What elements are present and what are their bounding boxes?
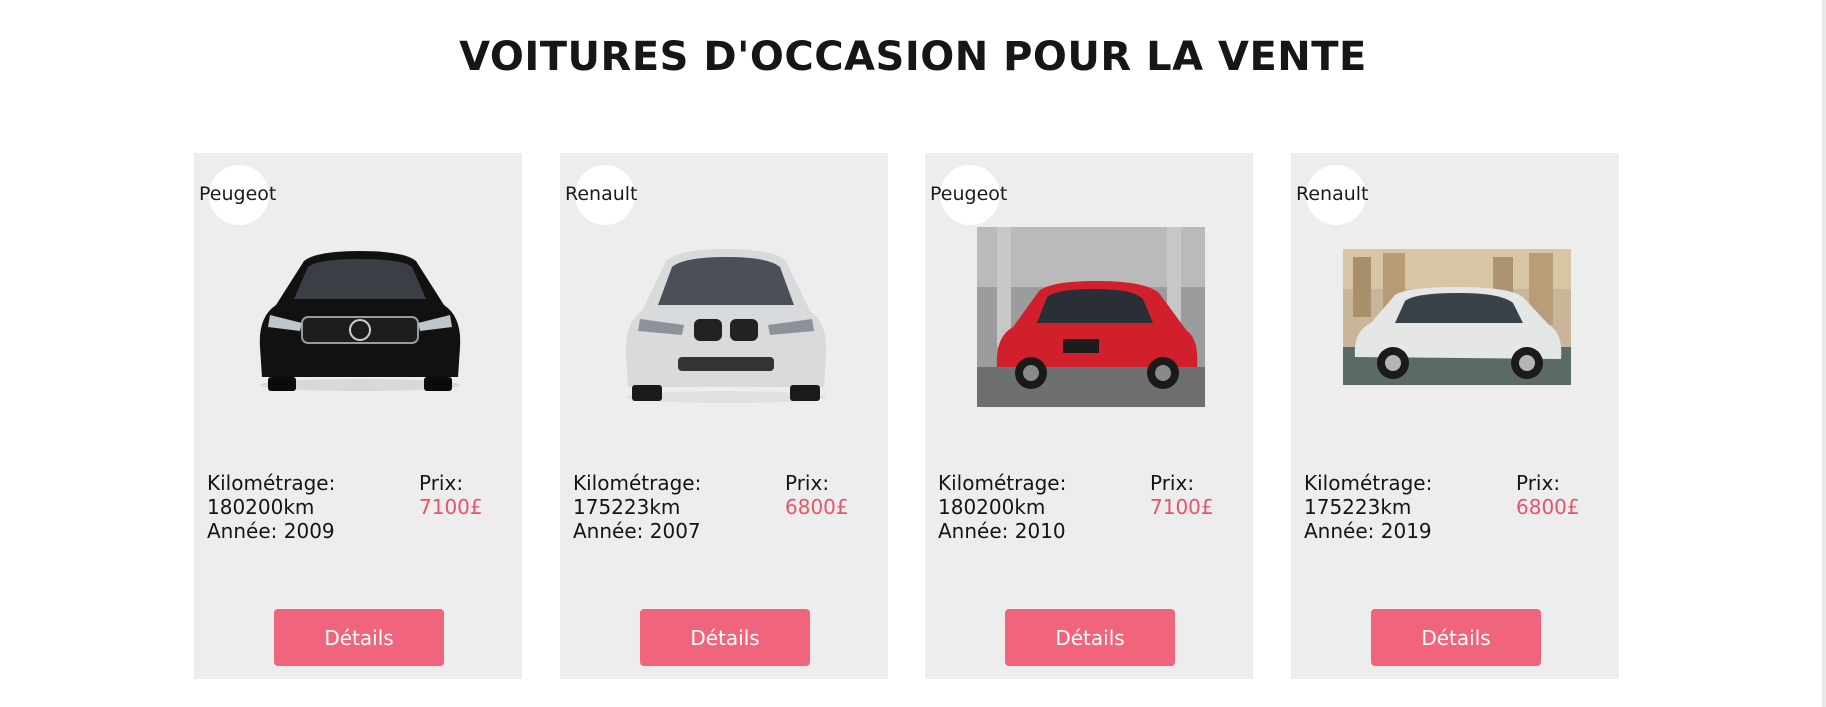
mileage-value: 180200km xyxy=(938,495,1046,519)
price-label: Prix: xyxy=(1516,471,1561,495)
car-image[interactable] xyxy=(612,227,840,407)
details-button[interactable]: Détails xyxy=(1371,609,1541,666)
car-brand: Peugeot xyxy=(930,183,1008,205)
year-text: Année: 2010 xyxy=(938,519,1066,543)
mileage-value: 175223km xyxy=(1304,495,1412,519)
details-button[interactable]: Détails xyxy=(640,609,810,666)
car-card: Renault Kilométrage: 175223km Année: 201… xyxy=(1291,153,1619,679)
price-value: 6800£ xyxy=(785,495,849,519)
car-brand: Peugeot xyxy=(199,183,277,205)
mileage-value: 175223km xyxy=(573,495,681,519)
mileage-label: Kilométrage: xyxy=(1304,471,1433,495)
price-value: 7100£ xyxy=(419,495,483,519)
car-card: Peugeot Kilométrage: 180200km Année: 200… xyxy=(194,153,522,679)
car-image[interactable] xyxy=(977,227,1205,407)
car-details: Kilométrage: 175223km Année: 2007 xyxy=(573,471,701,543)
mileage-label: Kilométrage: xyxy=(938,471,1067,495)
car-details: Kilométrage: 175223km Année: 2019 xyxy=(1304,471,1432,543)
details-button[interactable]: Détails xyxy=(274,609,444,666)
section-title: VOITURES D'OCCASION POUR LA VENTE xyxy=(459,34,1367,80)
price-block: Prix: 6800£ xyxy=(1516,471,1580,519)
price-block: Prix: 7100£ xyxy=(419,471,483,519)
price-block: Prix: 7100£ xyxy=(1150,471,1214,519)
car-details: Kilométrage: 180200km Année: 2010 xyxy=(938,471,1066,543)
car-card: Peugeot Kilométrage: 180200km Année: 201… xyxy=(925,153,1253,679)
price-label: Prix: xyxy=(1150,471,1195,495)
car-image[interactable] xyxy=(246,227,474,407)
car-image[interactable] xyxy=(1343,227,1571,407)
mileage-label: Kilométrage: xyxy=(573,471,702,495)
car-brand: Renault xyxy=(565,183,638,205)
mileage-value: 180200km xyxy=(207,495,315,519)
scrollbar[interactable] xyxy=(1822,0,1826,707)
car-details: Kilométrage: 180200km Année: 2009 xyxy=(207,471,335,543)
year-text: Année: 2009 xyxy=(207,519,335,543)
mileage-label: Kilométrage: xyxy=(207,471,336,495)
year-text: Année: 2019 xyxy=(1304,519,1432,543)
price-label: Prix: xyxy=(419,471,464,495)
price-value: 7100£ xyxy=(1150,495,1214,519)
price-label: Prix: xyxy=(785,471,830,495)
car-card: Renault Kilométrage: 175223km Année: 200… xyxy=(560,153,888,679)
price-block: Prix: 6800£ xyxy=(785,471,849,519)
details-button[interactable]: Détails xyxy=(1005,609,1175,666)
year-text: Année: 2007 xyxy=(573,519,701,543)
car-brand: Renault xyxy=(1296,183,1369,205)
price-value: 6800£ xyxy=(1516,495,1580,519)
